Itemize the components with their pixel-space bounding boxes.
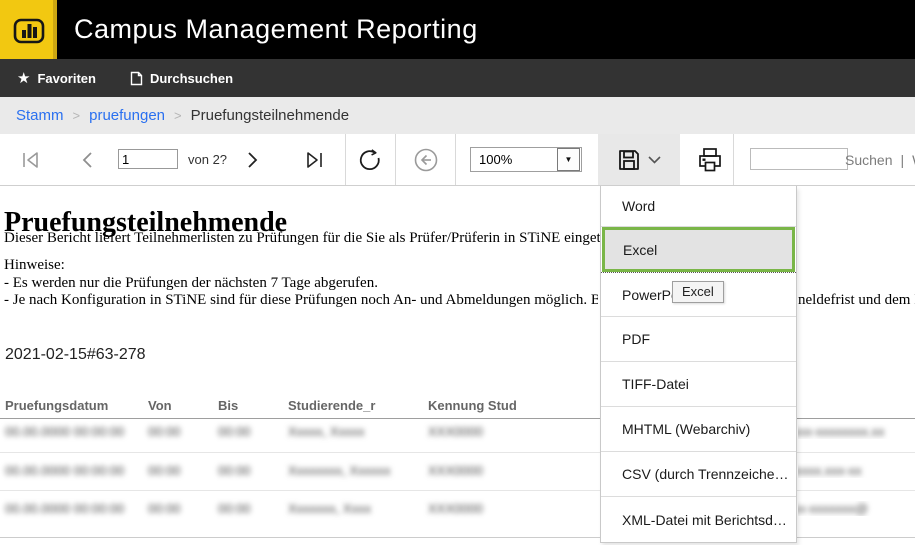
export-option-tiff[interactable]: TIFF-Datei [601,362,796,407]
export-option-xml[interactable]: XML-Datei mit Berichtsd… [601,497,796,542]
toolbar-divider [345,134,346,185]
refresh-button[interactable] [356,134,384,185]
refresh-icon [358,148,382,172]
page-number-input[interactable] [118,149,178,169]
table-row-cell: 00:00 [218,463,251,478]
star-icon: ★ [17,71,30,86]
favorites-button[interactable]: ★ Favoriten [17,71,96,86]
table-row-cell: xxxxx.xxx-xxxxxxxx.xx [798,424,915,439]
table-row-cell: Xxxxx, Xxxxx [288,424,365,439]
table-row-cell: Xxxxxxx, Xxxx [288,501,371,516]
export-option-excel[interactable]: Excel [602,227,795,272]
next-page-button[interactable] [240,134,266,185]
hints-label: Hinweise: [4,257,65,274]
hint-line-1: - Es werden nur die Prüfungen der nächst… [4,275,378,292]
zoom-select[interactable]: 100% ▼ [470,147,582,172]
export-option-word[interactable]: Word [601,186,796,227]
next-page-icon [247,151,259,169]
powerbi-logo-icon [11,12,47,48]
zoom-dropdown-arrow-icon[interactable]: ▼ [557,148,580,171]
table-row-cell: 00:00 [148,424,181,439]
table-row-cell: XXX0000 [428,501,483,516]
export-dropdown-menu: Word Excel PowerPoint PDF TIFF-Datei MHT… [600,186,797,543]
table-row-cell: XXX0000 [428,463,483,478]
breadcrumb-pruefungen[interactable]: pruefungen [89,107,165,124]
table-row-cell: 00:00 [218,501,251,516]
app-header: Campus Management Reporting [0,0,915,59]
toolbar-divider [733,134,734,185]
search-input[interactable] [750,148,848,170]
save-icon [617,148,641,172]
toolbar-divider [455,134,456,185]
breadcrumb: Stamm > pruefungen > Pruefungsteilnehmen… [0,97,915,134]
column-header-von: Von [148,398,172,413]
excel-tooltip: Excel [672,281,724,303]
first-page-button[interactable] [14,134,48,185]
zoom-value: 100% [471,152,557,167]
browse-button[interactable]: Durchsuchen [130,71,233,86]
breadcrumb-separator: > [174,108,182,123]
search-button[interactable]: Suchen [845,152,892,168]
toolbar-divider [395,134,396,185]
table-row-cell: 00.00.0000 00:00:00 [5,424,124,439]
first-page-icon [21,151,41,169]
favorites-label: Favoriten [37,71,96,86]
page-total-label: von 2? [188,134,227,185]
column-header-bis: Bis [218,398,238,413]
report-description: Dieser Bericht liefert Teilnehmerlisten … [4,230,667,247]
table-row-cell: 00.00.0000 00:00:00 [5,501,124,516]
browse-icon [130,71,143,86]
browse-label: Durchsuchen [150,71,233,86]
breadcrumb-separator: > [73,108,81,123]
report-viewer-window: Campus Management Reporting ★ Favoriten … [0,0,915,545]
print-icon [697,147,723,173]
hint-line-2-continuation: neldefrist und dem Lis [798,292,915,309]
back-arrow-icon [413,147,439,173]
table-row-cell: 00.00.0000 00:00:00 [5,463,124,478]
save-export-button[interactable] [598,134,680,185]
export-option-csv[interactable]: CSV (durch Trennzeiche… [601,452,796,497]
previous-page-button[interactable] [74,134,100,185]
column-header-studierende: Studierende_r [288,398,375,413]
print-button[interactable] [686,134,734,185]
search-actions: Suchen | W [845,134,915,185]
powerbi-logo[interactable] [0,0,57,59]
column-header-kennung: Kennung Stud [428,398,517,413]
section-title: 2021-02-15#63-278 [5,346,146,364]
breadcrumb-stamm[interactable]: Stamm [16,107,64,124]
previous-page-icon [81,151,93,169]
table-row-cell: Xxxxxxxx, Xxxxxx [288,463,391,478]
top-nav: ★ Favoriten Durchsuchen [0,59,915,97]
table-row-cell: xxxx.xxx-xxxxxxx@ [798,501,915,516]
table-row-cell: 00:00 [218,424,251,439]
hint-line-2: - Je nach Konfiguration in STiNE sind fü… [4,292,598,309]
breadcrumb-current: Pruefungsteilnehmende [191,107,349,124]
table-row-cell: xx@xxxxxx.xxx-xx [798,463,915,478]
report-toolbar: von 2? [0,134,915,186]
export-option-pdf[interactable]: PDF [601,317,796,362]
search-divider: | [900,152,904,168]
table-row-cell: 00:00 [148,463,181,478]
back-to-parent-button[interactable] [412,134,440,185]
last-page-button[interactable] [297,134,331,185]
export-option-mhtml[interactable]: MHTML (Webarchiv) [601,407,796,452]
last-page-icon [304,151,324,169]
table-row-cell: 00:00 [148,501,181,516]
table-row-cell: XXX0000 [428,424,483,439]
app-title: Campus Management Reporting [74,0,478,59]
column-header-pruefungsdatum: Pruefungsdatum [5,398,108,413]
chevron-down-icon [648,156,661,164]
